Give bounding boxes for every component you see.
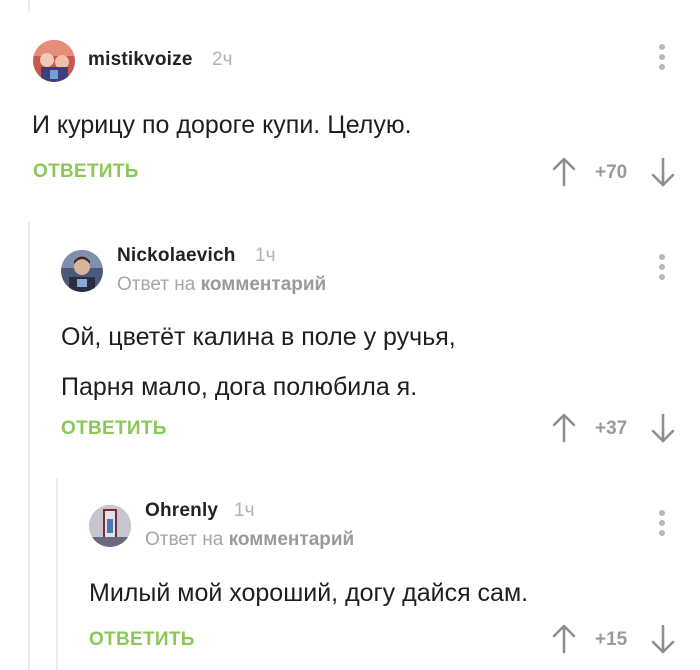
username[interactable]: mistikvoize	[88, 49, 193, 71]
upvote-icon[interactable]	[551, 624, 577, 654]
rating: +70	[595, 162, 628, 183]
reply-reference: Ответ на комментарий	[145, 529, 354, 551]
more-options-icon[interactable]	[657, 254, 667, 284]
reply-prefix: Ответ на	[117, 274, 196, 295]
timestamp: 2ч	[212, 49, 233, 70]
comment-line: И курицу по дороге купи. Целую.	[32, 111, 412, 139]
avatar[interactable]	[89, 505, 131, 547]
comment-text: И курицу по дороге купи. Целую.	[32, 100, 412, 150]
downvote-icon[interactable]	[650, 413, 676, 443]
thread-line-level-1	[28, 222, 30, 670]
username[interactable]: Nickolaevich	[117, 245, 236, 267]
avatar[interactable]	[61, 250, 103, 292]
rating: +15	[595, 629, 628, 650]
avatar[interactable]	[33, 40, 75, 82]
reply-button[interactable]: ОТВЕТИТЬ	[61, 418, 167, 440]
upvote-icon[interactable]	[551, 157, 577, 187]
downvote-icon[interactable]	[650, 157, 676, 187]
comment-line: Милый мой хороший, догу дайся сам.	[89, 579, 529, 607]
comment-text: Ой, цветёт калина в поле у ручья, Парня …	[61, 312, 456, 412]
comment-line: Парня мало, дога полюбила я.	[61, 373, 418, 401]
rating: +37	[595, 418, 628, 439]
username[interactable]: Ohrenly	[145, 500, 218, 522]
reply-button[interactable]: ОТВЕТИТЬ	[89, 629, 195, 651]
timestamp: 1ч	[234, 500, 255, 521]
reply-target-link[interactable]: комментарий	[229, 529, 355, 550]
more-options-icon[interactable]	[657, 44, 667, 74]
thread-line-level-2	[56, 478, 58, 670]
comment-line: Ой, цветёт калина в поле у ручья,	[61, 323, 456, 351]
timestamp: 1ч	[255, 245, 276, 266]
thread-line-root	[28, 0, 30, 12]
reply-target-link[interactable]: комментарий	[201, 274, 327, 295]
comment-text: Милый мой хороший, догу дайся сам.	[89, 568, 528, 618]
more-options-icon[interactable]	[657, 510, 667, 540]
downvote-icon[interactable]	[650, 624, 676, 654]
upvote-icon[interactable]	[551, 413, 577, 443]
reply-button[interactable]: ОТВЕТИТЬ	[33, 161, 139, 183]
reply-reference: Ответ на комментарий	[117, 274, 326, 296]
reply-prefix: Ответ на	[145, 529, 224, 550]
